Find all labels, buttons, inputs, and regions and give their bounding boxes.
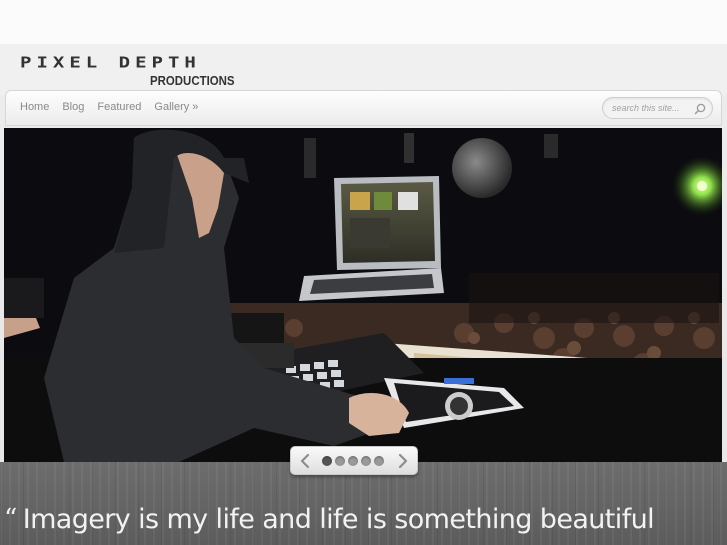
slider-controls [290,446,418,475]
slide-dot-2[interactable] [335,456,345,466]
slide-dot-1[interactable] [322,456,332,466]
logo-main-text: PIXEL DEPTH [20,54,201,72]
chevron-left-icon[interactable] [297,453,313,469]
search-icon[interactable] [694,102,706,115]
nav-item-blog[interactable]: Blog [62,101,84,113]
slide-pagination [322,456,384,466]
navigation-bar: Home Blog Featured Gallery » [5,90,722,126]
slide-dot-5[interactable] [374,456,384,466]
tagline-text: Imagery is my life and life is something… [22,504,655,535]
chevron-right-icon[interactable] [395,453,411,469]
quote-mark-icon: “ [4,504,17,534]
nav-item-gallery[interactable]: Gallery » [154,101,198,113]
search-input[interactable] [612,101,692,115]
search-box [602,97,713,119]
slide-dot-4[interactable] [361,456,371,466]
site-logo[interactable]: PIXEL DEPTH PRODUCTIONS [20,54,260,92]
top-band [0,0,727,44]
logo-sub-text: PRODUCTIONS [150,73,235,88]
nav-item-home[interactable]: Home [20,101,49,113]
tagline-quote: “Imagery is my life and life is somethin… [4,504,724,545]
slide-dot-3[interactable] [348,456,358,466]
nav-menu: Home Blog Featured Gallery » [20,101,198,113]
featured-slide-image[interactable] [4,128,722,462]
nav-item-featured[interactable]: Featured [97,101,141,113]
